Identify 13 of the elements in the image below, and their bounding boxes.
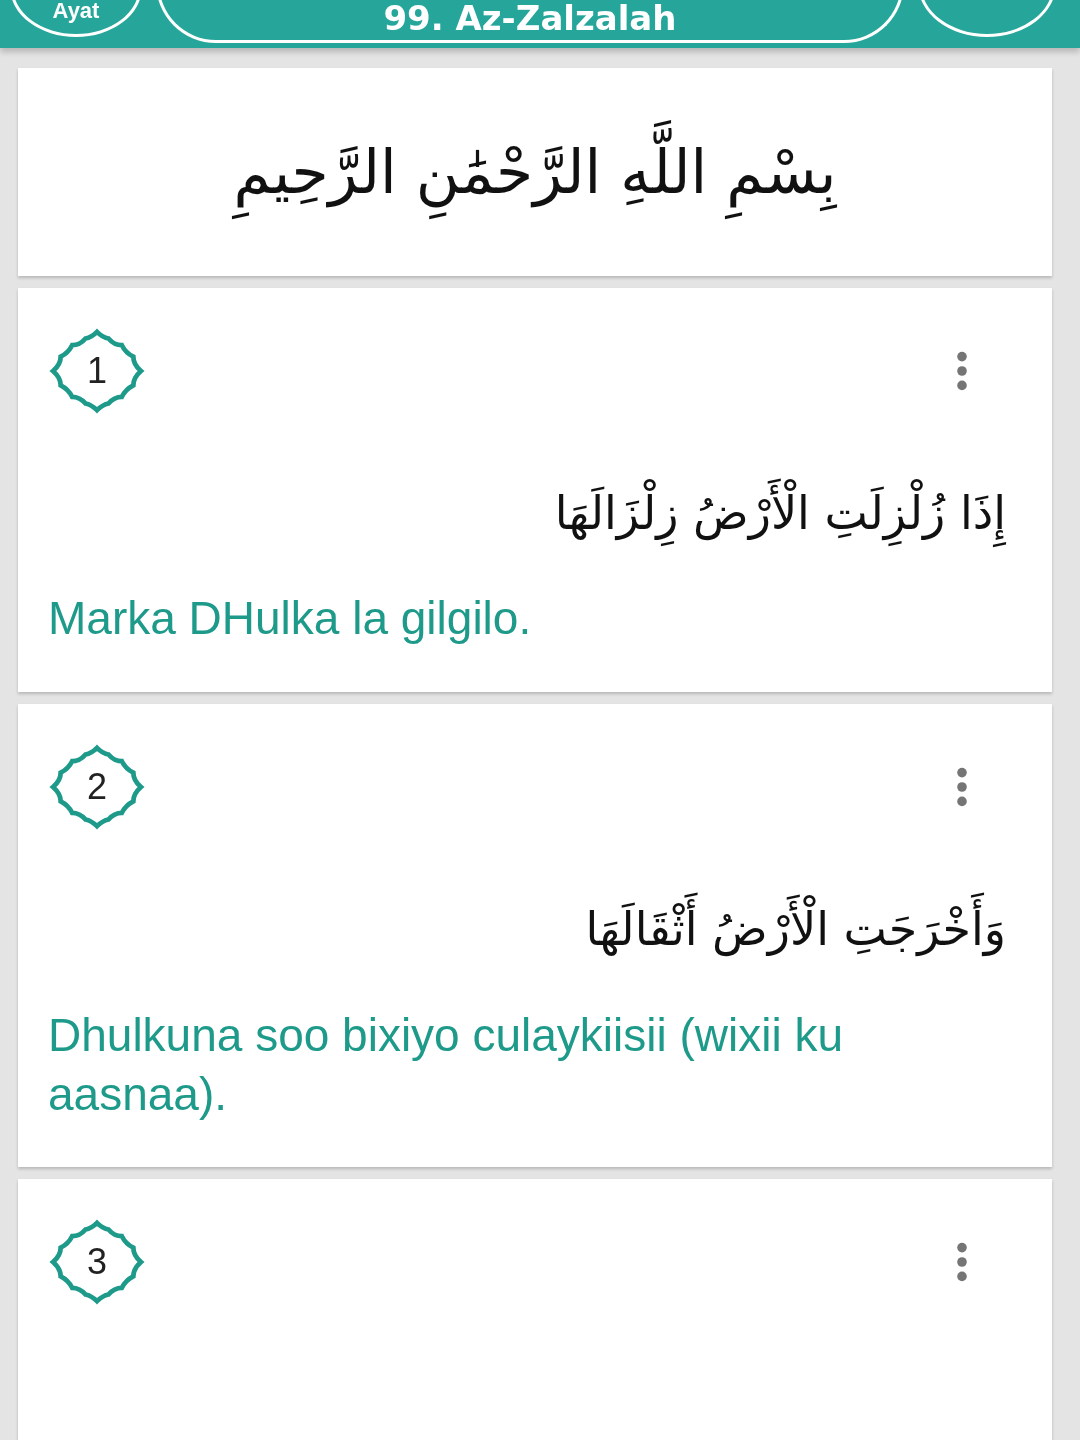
verse-number: 3 <box>86 1244 108 1281</box>
surah-title-button[interactable]: 99. Az-Zalzalah <box>156 0 904 43</box>
verse-translation: Dhulkuna soo bixiyo culaykiisii (wixii ku aasnaa). <box>48 1007 845 1122</box>
verse-number-frame-icon <box>48 1219 146 1306</box>
verse-number-frame-icon <box>48 328 146 414</box>
verse-number: 1 <box>86 353 108 389</box>
ayat-button[interactable]: Ayat <box>10 0 142 37</box>
verse-number-frame-icon <box>48 744 146 831</box>
verse-number: 2 <box>86 769 108 806</box>
verse-translation: Marka DHulka la gilgilo. <box>48 591 533 647</box>
arabic-verse: إِذَا زُلْزِلَتِ الْأَرْضُ زِلْزَالَهَا <box>544 470 1016 558</box>
arabic-verse: وَأَخْرَجَتِ الْأَرْضُ أَثْقَالَهَا <box>575 886 1016 974</box>
bismillah-text: بِسْمِ اللَّهِ الرَّحْمَٰنِ الرَّحِيمِ <box>221 115 849 229</box>
